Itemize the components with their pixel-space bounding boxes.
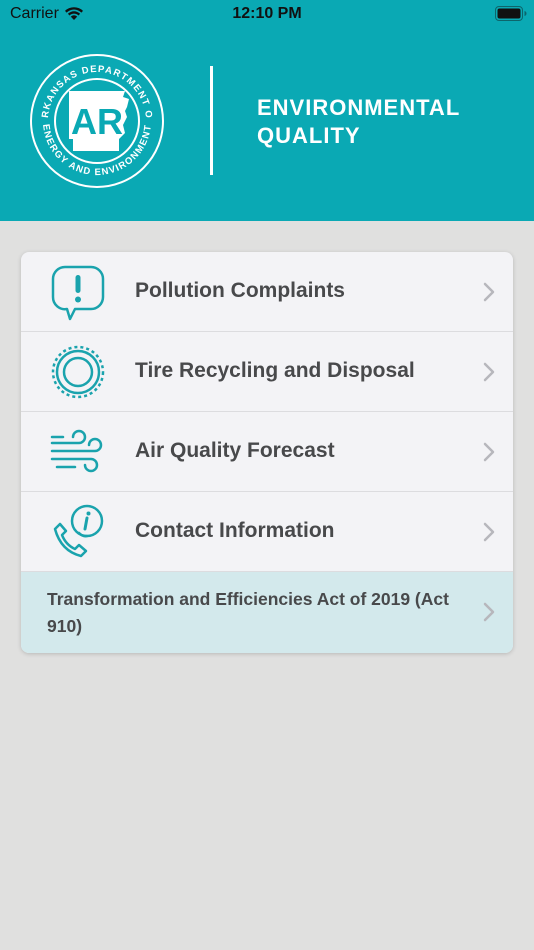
chevron-right-icon — [483, 442, 495, 462]
battery-icon — [495, 6, 527, 26]
alert-bubble-icon — [49, 263, 107, 321]
menu-card: Pollution Complaints Tire Recycling and … — [21, 252, 513, 653]
menu-item-tire-recycling[interactable]: Tire Recycling and Disposal — [21, 332, 513, 412]
app-header: Carrier 12:10 PM ARKA — [0, 0, 534, 221]
menu-item-label: Tire Recycling and Disposal — [135, 359, 415, 382]
brand-line2: QUALITY — [257, 123, 361, 148]
tire-icon — [49, 343, 107, 401]
chevron-right-icon — [483, 282, 495, 302]
menu-item-label: Contact Information — [135, 519, 335, 542]
chevron-right-icon — [483, 602, 495, 622]
act-item-label: Transformation and Efficiencies Act of 2… — [47, 589, 449, 636]
brand-line1: ENVIRONMENTAL — [257, 95, 461, 120]
menu-item-label: Pollution Complaints — [135, 279, 345, 302]
menu-item-air-quality[interactable]: Air Quality Forecast — [21, 412, 513, 492]
menu-item-contact-information[interactable]: Contact Information — [21, 492, 513, 572]
menu-item-label: Air Quality Forecast — [135, 439, 335, 462]
menu-item-act-910[interactable]: Transformation and Efficiencies Act of 2… — [21, 572, 513, 653]
brand-title: ENVIRONMENTAL QUALITY — [257, 94, 460, 150]
header-divider — [210, 66, 213, 175]
status-bar: Carrier 12:10 PM — [0, 0, 534, 28]
adee-seal-logo: ARKANSAS DEPARTMENT OF ENERGY AND ENVIRO… — [25, 45, 165, 194]
chevron-right-icon — [483, 522, 495, 542]
status-time: 12:10 PM — [232, 5, 302, 22]
menu-item-pollution-complaints[interactable]: Pollution Complaints — [21, 252, 513, 332]
phone-info-icon — [49, 503, 107, 561]
chevron-right-icon — [483, 362, 495, 382]
wind-icon — [49, 423, 107, 481]
seal-logo-text: AR — [71, 101, 123, 142]
